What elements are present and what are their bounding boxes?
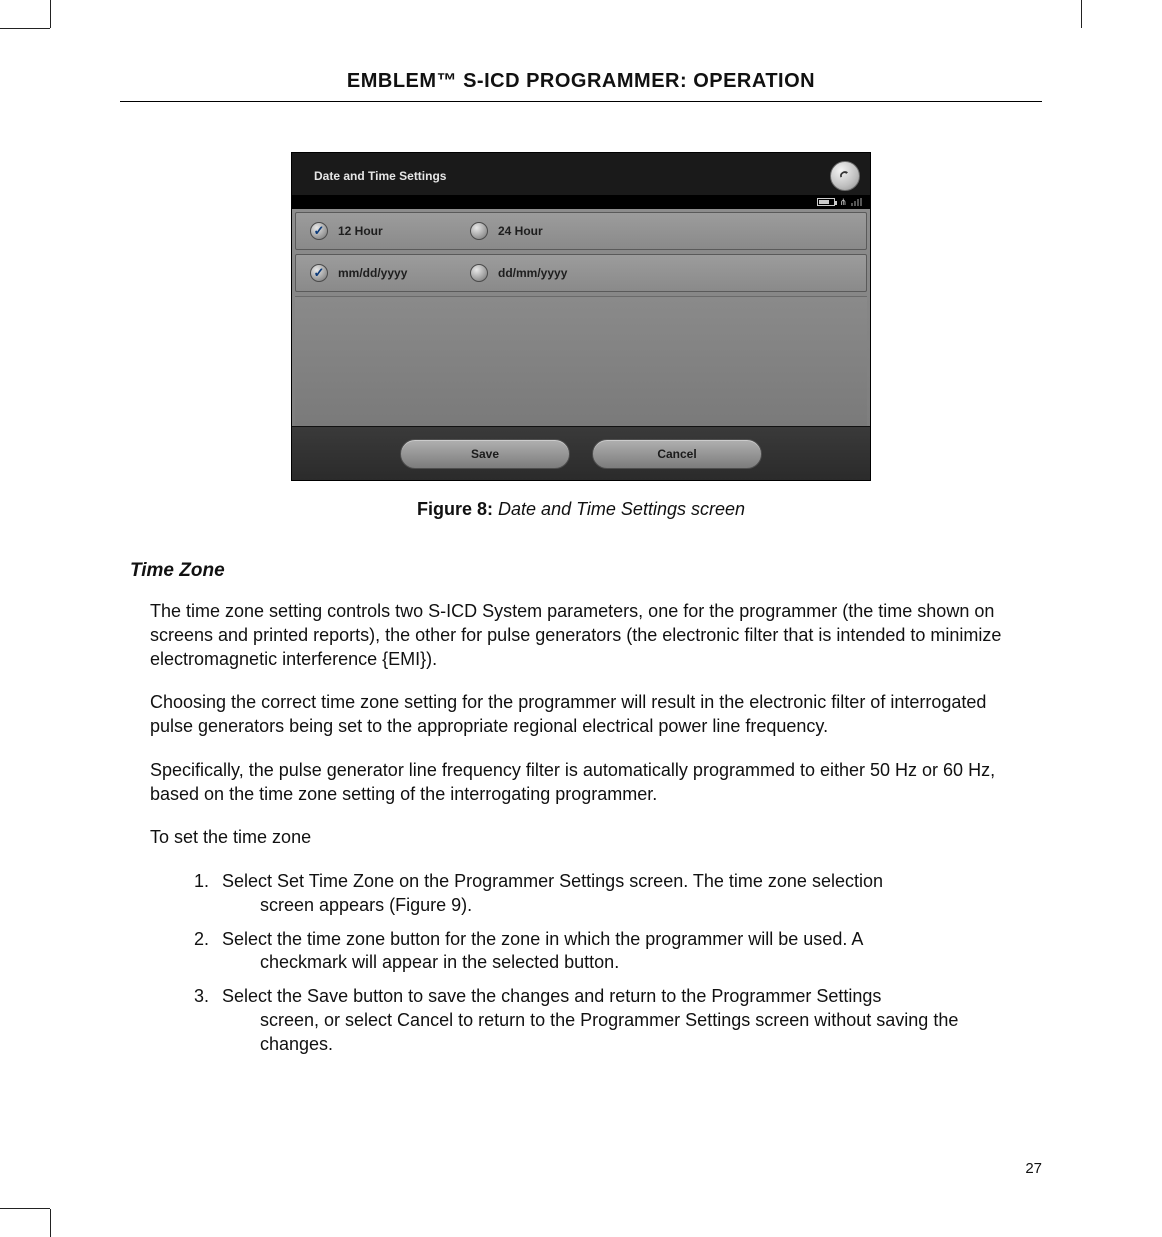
list-item: Select Set Time Zone on the Programmer S… (214, 870, 1002, 918)
crop-mark (1081, 0, 1082, 28)
option-mmddyyyy[interactable]: mm/dd/yyyy (296, 264, 456, 282)
radio-checked-icon (310, 222, 328, 240)
figure-label: Figure 8: (417, 499, 493, 519)
wifi-icon: ⋔ (839, 198, 847, 207)
figure-caption-text: Date and Time Settings screen (498, 499, 745, 519)
device-body: 12 Hour 24 Hour mm/dd/yyyy dd/mm/yyyy (292, 209, 870, 426)
option-12-hour[interactable]: 12 Hour (296, 222, 456, 240)
figure-caption: Figure 8: Date and Time Settings screen (120, 499, 1042, 520)
option-24-hour[interactable]: 24 Hour (456, 222, 866, 240)
device-title: Date and Time Settings (314, 169, 446, 183)
steps-list: Select Set Time Zone on the Programmer S… (190, 870, 1002, 1056)
paragraph: The time zone setting controls two S-ICD… (150, 600, 1012, 671)
crop-mark (50, 1209, 51, 1237)
page-number: 27 (1025, 1160, 1042, 1177)
date-format-row: mm/dd/yyyy dd/mm/yyyy (295, 254, 867, 292)
step-text-cont: screen appears (Figure 9). (222, 894, 1002, 918)
option-label: 12 Hour (338, 224, 383, 238)
radio-unchecked-icon (470, 264, 488, 282)
list-item: Select the Save button to save the chang… (214, 985, 1002, 1056)
battery-icon (817, 198, 835, 206)
page: EMBLEM™ S-ICD PROGRAMMER: OPERATION Date… (0, 0, 1162, 1237)
radio-unchecked-icon (470, 222, 488, 240)
paragraph: To set the time zone (150, 826, 1012, 850)
cancel-button[interactable]: Cancel (592, 439, 762, 469)
signal-icon (851, 198, 862, 206)
section-heading-time-zone: Time Zone (130, 560, 1042, 582)
paragraph: Choosing the correct time zone setting f… (150, 691, 1012, 739)
option-label: mm/dd/yyyy (338, 266, 407, 280)
step-text: Select Set Time Zone on the Programmer S… (222, 871, 883, 891)
paragraph: Specifically, the pulse generator line f… (150, 759, 1012, 807)
crop-mark (0, 28, 50, 29)
device-titlebar: Date and Time Settings (292, 153, 870, 195)
step-text: Select the Save button to save the chang… (222, 986, 881, 1006)
time-format-row: 12 Hour 24 Hour (295, 212, 867, 250)
step-text-cont: screen, or select Cancel to return to th… (222, 1009, 1002, 1057)
option-ddmmyyyy[interactable]: dd/mm/yyyy (456, 264, 866, 282)
running-head: EMBLEM™ S-ICD PROGRAMMER: OPERATION (120, 70, 1042, 102)
step-text-cont: checkmark will appear in the selected bu… (222, 951, 1002, 975)
device-footer: Save Cancel (292, 426, 870, 480)
wand-icon[interactable] (830, 161, 860, 191)
empty-area (295, 296, 867, 426)
option-label: dd/mm/yyyy (498, 266, 567, 280)
device-statusbar: ⋔ (292, 195, 870, 209)
crop-mark (0, 1208, 50, 1209)
list-item: Select the time zone button for the zone… (214, 928, 1002, 976)
save-button[interactable]: Save (400, 439, 570, 469)
step-text: Select the time zone button for the zone… (222, 929, 863, 949)
body-text: The time zone setting controls two S-ICD… (120, 600, 1042, 1056)
crop-mark (50, 0, 51, 28)
device-screenshot: Date and Time Settings ⋔ 12 Hour 24 Hour (291, 152, 871, 481)
radio-checked-icon (310, 264, 328, 282)
option-label: 24 Hour (498, 224, 543, 238)
